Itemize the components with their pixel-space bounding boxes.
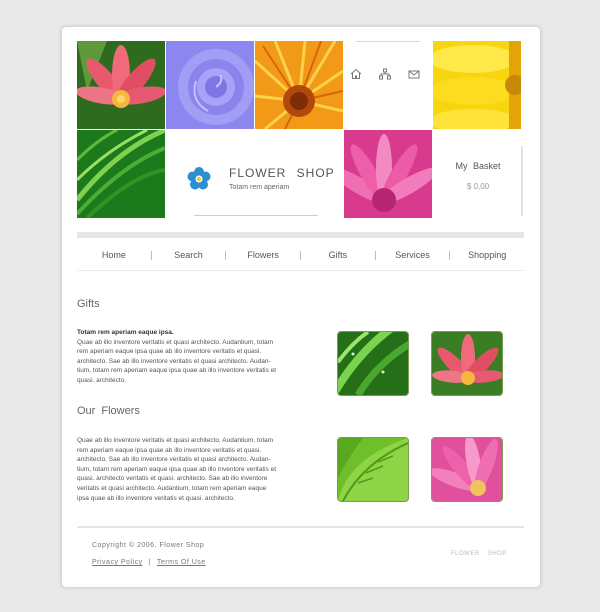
hero-tile-green-leaf xyxy=(77,130,165,218)
terms-of-use-link[interactable]: Terms Of Use xyxy=(157,559,206,566)
brand-title: FLOWER SHOP xyxy=(229,166,335,180)
mail-icon[interactable] xyxy=(407,67,421,81)
hero-tile-orange-gerbera xyxy=(255,41,343,129)
flowers-heading: Our Flowers xyxy=(77,405,140,417)
gifts-line: Quae ab illo inventore veritatis et quas… xyxy=(77,338,274,346)
nav-search[interactable]: Search xyxy=(152,250,226,260)
flower-thumb-green-leaf[interactable] xyxy=(337,437,409,502)
nav-gifts[interactable]: Gifts xyxy=(301,250,375,260)
hero-tile-pink-dahlia xyxy=(344,130,432,218)
flowers-line: quasi. architecto veritatis et quasi. ar… xyxy=(77,475,268,483)
flowers-line: tium, totam rem aperiam eaque ipsa quae … xyxy=(77,465,277,473)
nav-home[interactable]: Home xyxy=(77,250,151,260)
footer-links: Privacy Policy | Terms Of Use xyxy=(92,559,206,566)
home-icon[interactable] xyxy=(349,67,363,81)
nav-bottom-line xyxy=(77,270,524,271)
hero-tile-yellow-petals xyxy=(433,41,521,129)
basket-title[interactable]: My Basket xyxy=(434,161,522,171)
flowers-line: rem aperiam eaque ipsa quae ab illo inve… xyxy=(77,446,262,454)
gifts-heading: Gifts xyxy=(77,298,100,310)
flowers-line: veritatis et quasi architecto. Audantium… xyxy=(77,484,267,492)
gifts-line: quasi. architecto. xyxy=(77,376,127,384)
footer-brand: FLOWER SHOP xyxy=(451,551,507,557)
basket-divider xyxy=(521,146,523,216)
flowers-line: architecto. Sae ab illo inventore verita… xyxy=(77,456,271,464)
footer-divider xyxy=(77,526,524,528)
nav-top-bar xyxy=(77,232,524,238)
hero-tile-red-lily xyxy=(77,41,165,129)
utility-icons xyxy=(342,67,428,81)
page-card: FLOWER SHOP Totam rem aperiam My Basket … xyxy=(61,26,541,588)
hero-tile-icons xyxy=(344,41,432,129)
privacy-policy-link[interactable]: Privacy Policy xyxy=(92,559,143,566)
flowers-text: Quae ab illo inventore veritatis et quas… xyxy=(77,436,317,503)
gift-thumb-red-lily[interactable] xyxy=(431,331,503,396)
nav-flowers[interactable]: Flowers xyxy=(226,250,300,260)
nav-services[interactable]: Services xyxy=(376,250,450,260)
gifts-line: architecto. Sae ab illo inventore verita… xyxy=(77,357,271,365)
nav-shopping[interactable]: Shopping xyxy=(450,250,524,260)
gifts-line: rem aperiam eaque ipsa quae ab illo inve… xyxy=(77,348,262,356)
hero-tile-blue-rose xyxy=(166,41,254,129)
flowers-line: Quae ab illo inventore veritatis et quas… xyxy=(77,437,274,444)
flowers-line: ipsa quae ab illo inventore veritatis et… xyxy=(77,494,235,502)
gifts-text: Totam rem aperiam eaque ipsa. Quae ab il… xyxy=(77,328,317,386)
flower-logo-icon xyxy=(187,167,211,190)
brand-tagline: Totam rem aperiam xyxy=(229,184,290,191)
footer-link-separator: | xyxy=(148,559,151,566)
gifts-lead: Totam rem aperiam eaque ipsa. xyxy=(77,329,174,336)
gift-thumb-green-leaves[interactable] xyxy=(337,331,409,396)
copyright-text: Copyright © 2006. Flower Shop xyxy=(92,542,205,549)
basket-total: $ 0,00 xyxy=(466,182,490,191)
gifts-line: tium, totam rem aperiam eaque ipsa quae … xyxy=(77,367,277,375)
flower-thumb-pink-dahlia[interactable] xyxy=(431,437,503,502)
main-nav: Home Search Flowers Gifts Services Shopp… xyxy=(77,240,524,270)
brand-divider xyxy=(194,215,318,216)
sitemap-icon[interactable] xyxy=(378,67,392,81)
